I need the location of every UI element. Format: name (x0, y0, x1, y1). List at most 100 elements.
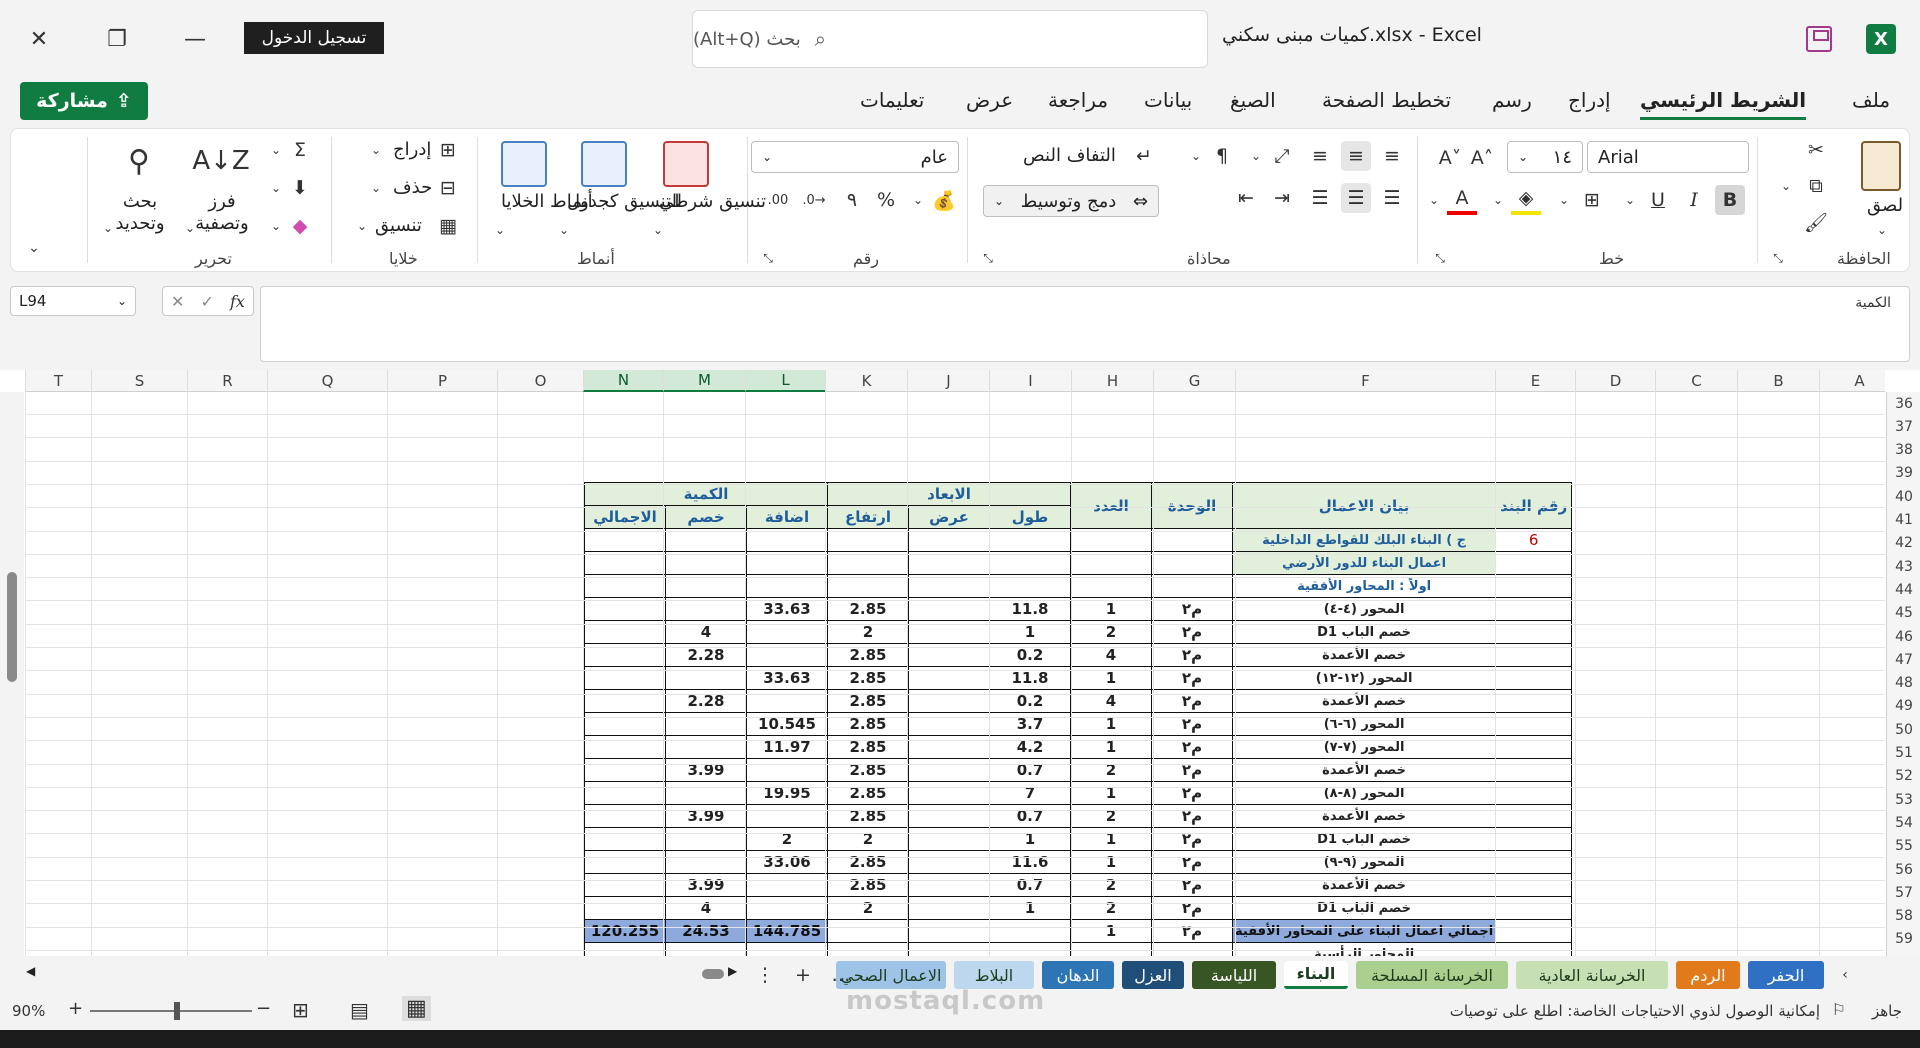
fill-color-dropdown-icon[interactable]: ⌄ (1483, 185, 1513, 215)
header-description[interactable]: بيان الاعمال (1231, 482, 1497, 529)
column-header-i[interactable]: I (989, 370, 1071, 392)
description-cell[interactable]: خصم الباب D1 (1231, 896, 1497, 920)
accessibility-status[interactable]: إمكانية الوصول لذوي الاحتياجات الخاصة: ا… (1450, 1002, 1820, 1020)
unit-cell[interactable]: م٢ (1151, 850, 1233, 874)
increase-decimal-icon[interactable]: .0→ (799, 185, 829, 215)
tab-formulas[interactable]: الصيغ (1230, 88, 1276, 112)
total-cell[interactable] (584, 735, 666, 759)
underline-dropdown-icon[interactable]: ⌄ (1615, 185, 1645, 215)
conditional-dropdown-icon[interactable]: ⌄ (643, 215, 673, 245)
sheet-tab-7[interactable]: الدهان (1042, 961, 1114, 989)
header-wid[interactable]: عرض (908, 505, 990, 529)
empty-cell[interactable] (827, 528, 909, 552)
sub-cell[interactable]: 3.99 (665, 758, 747, 782)
description-cell[interactable]: المحور (٨-٨) (1231, 781, 1497, 805)
orientation-icon[interactable]: ⤢ (1267, 141, 1297, 171)
font-name-box[interactable]: Arial (1587, 141, 1749, 173)
item-no-cell[interactable] (1495, 551, 1573, 575)
row-header-43[interactable]: 43 (1887, 555, 1920, 578)
cell-styles-button[interactable]: أنماط الخلايا (501, 191, 593, 212)
row-header-45[interactable]: 45 (1887, 602, 1920, 625)
empty-cell[interactable] (584, 528, 666, 552)
middle-align-icon[interactable]: ≡ (1341, 141, 1371, 171)
add-cell[interactable] (746, 896, 828, 920)
count-cell[interactable]: 2 (1070, 873, 1152, 897)
insert-cells-icon[interactable]: ⊞ (433, 135, 463, 165)
len-cell[interactable]: 0.7 (989, 873, 1071, 897)
font-size-box[interactable]: ⌄ ١٤ (1507, 141, 1583, 173)
zoom-thumb[interactable] (174, 1002, 180, 1020)
unit-cell[interactable]: م٢ (1151, 919, 1233, 943)
sheet-options-icon[interactable]: ⋮ (750, 960, 780, 990)
column-header-p[interactable]: P (387, 370, 497, 392)
empty-cell[interactable] (746, 551, 828, 575)
cancel-icon[interactable]: ✕ (171, 292, 184, 311)
accounting-icon[interactable]: 💰 (929, 185, 959, 215)
hgt-cell[interactable]: 2 (827, 896, 909, 920)
count-cell[interactable]: 1 (1070, 781, 1152, 805)
delete-cells-button[interactable]: حذف (393, 177, 432, 198)
minimize-icon[interactable]: — (174, 18, 216, 60)
add-sheet-icon[interactable]: + (788, 960, 818, 990)
sheet-tab-8[interactable]: البلاط (954, 961, 1034, 989)
increase-font-icon[interactable]: A˄ (1467, 143, 1497, 173)
fill-color-icon[interactable]: ◈ (1511, 185, 1541, 215)
tab-insert[interactable]: إدراج (1568, 88, 1611, 112)
empty-cell[interactable] (665, 528, 747, 552)
count-cell[interactable]: 1 (1070, 735, 1152, 759)
page-break-view-icon[interactable]: ⊞ (292, 998, 309, 1022)
spreadsheet-grid[interactable]: TSRQPONMLKJIHGFEDCBA رقم البند بيان الاعم… (0, 370, 1920, 956)
sheet-tab-2[interactable]: الخرسانة العادية (1516, 961, 1668, 989)
add-cell[interactable]: 33.06 (746, 850, 828, 874)
comma-style-icon[interactable]: ٩ (837, 185, 867, 215)
row-header-50[interactable]: 50 (1887, 718, 1920, 741)
sub-cell[interactable]: 3.99 (665, 873, 747, 897)
scroll-left-icon[interactable]: ◀ (26, 964, 35, 978)
fill-dropdown-icon[interactable]: ⌄ (261, 173, 291, 203)
wid-cell[interactable] (908, 804, 990, 828)
empty-cell[interactable] (665, 551, 747, 575)
empty-cell[interactable] (908, 528, 990, 552)
find-select-icon[interactable]: ⚲ (115, 139, 163, 183)
row-header-56[interactable]: 56 (1887, 858, 1920, 881)
search-box[interactable]: ⌕ بحث (Alt+Q) (692, 10, 1208, 68)
wid-cell[interactable] (908, 850, 990, 874)
tab-help[interactable]: تعليمات (860, 88, 924, 112)
column-header-m[interactable]: M (663, 370, 745, 392)
unit-cell[interactable]: م٢ (1151, 873, 1233, 897)
column-header-t[interactable]: T (25, 370, 91, 392)
copy-icon[interactable]: ⧉ (1801, 171, 1831, 201)
header-quantity[interactable]: الكمية (584, 482, 828, 506)
hgt-cell[interactable]: 2.85 (827, 735, 909, 759)
count-cell[interactable]: 2 (1070, 758, 1152, 782)
row-header-52[interactable]: 52 (1887, 765, 1920, 788)
row-header-37[interactable]: 37 (1887, 415, 1920, 438)
column-header-e[interactable]: E (1495, 370, 1575, 392)
column-header-g[interactable]: G (1153, 370, 1235, 392)
wid-cell[interactable] (908, 735, 990, 759)
total-cell[interactable] (584, 873, 666, 897)
grand-total-cell[interactable]: 120.255 (584, 919, 666, 943)
count-cell[interactable]: 2 (1070, 804, 1152, 828)
unit-cell[interactable]: م٢ (1151, 781, 1233, 805)
add-cell[interactable] (746, 873, 828, 897)
scroll-right-icon[interactable]: ▶ (728, 964, 737, 978)
len-cell[interactable]: 4.2 (989, 735, 1071, 759)
total-description-cell[interactable]: اجمالي اعمال البناء على المحاور الأفقية (1231, 919, 1497, 943)
unit-cell[interactable]: م٢ (1151, 896, 1233, 920)
row-header-58[interactable]: 58 (1887, 905, 1920, 928)
insert-function-icon[interactable]: fx (230, 292, 245, 311)
vertical-scrollbar[interactable] (0, 392, 24, 956)
increase-indent-icon[interactable]: ⇥ (1267, 183, 1297, 213)
font-color-icon[interactable]: A (1447, 185, 1477, 215)
len-cell[interactable]: 11.6 (989, 850, 1071, 874)
total-sub-cell[interactable]: 24.53 (665, 919, 747, 943)
wid-cell[interactable] (908, 758, 990, 782)
sub-cell[interactable]: 4 (665, 896, 747, 920)
align-right-icon[interactable]: ☰ (1377, 183, 1407, 213)
number-format-box[interactable]: ⌄ عام (751, 141, 959, 173)
header-hgt[interactable]: ارتفاع (827, 505, 909, 529)
row-header-59[interactable]: 59 (1887, 928, 1920, 951)
sub-cell[interactable] (665, 735, 747, 759)
zoom-in-icon[interactable]: + (68, 998, 83, 1019)
